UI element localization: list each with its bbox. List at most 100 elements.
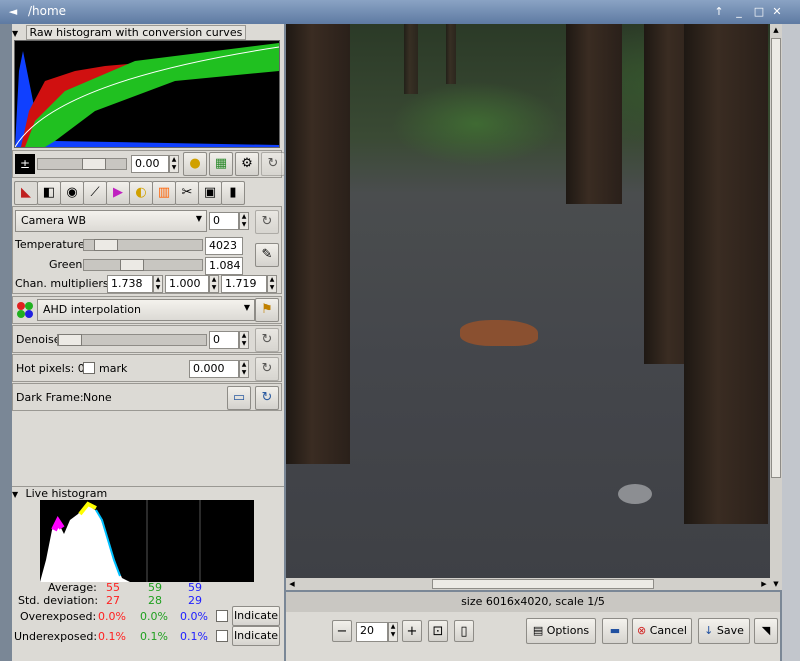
live-histogram-title: Live histogram [25, 487, 108, 500]
denoise-spinner[interactable]: ▲ ▼ [239, 331, 249, 349]
save-settings-icon: ▣ [203, 185, 217, 200]
horizontal-scroll-thumb[interactable] [432, 579, 654, 589]
green-input[interactable]: 1.084 [205, 257, 243, 275]
load-dark-frame-button[interactable]: ▭ [227, 386, 251, 410]
broom-icon: ⚑ [261, 302, 273, 317]
tab-save-options[interactable]: ▣ [198, 181, 222, 205]
auto-exposure-button[interactable]: ● [183, 152, 207, 176]
mult-blue-input[interactable]: 1.719 [221, 275, 267, 293]
tab-crop[interactable]: ✂ [175, 181, 199, 205]
temperature-slider-knob[interactable] [94, 239, 118, 251]
denoise-reset-button[interactable]: ↻ [255, 328, 279, 352]
exposure-row: ± 0.00 ▲ ▼ ● ▦ ⚙ ↻ [12, 150, 285, 178]
image-preview[interactable] [286, 24, 770, 590]
spot-wb-button[interactable]: ✎ [255, 243, 279, 267]
window-maximize-icon[interactable]: □ [752, 5, 766, 19]
tab-white-balance[interactable]: ◣ [14, 181, 38, 205]
scroll-down-arrow-icon[interactable]: ▼ [770, 578, 782, 590]
std-deviation-label: Std. deviation: [18, 594, 99, 607]
window-minimize-icon[interactable]: _ [732, 5, 746, 19]
smoothing-button[interactable]: ⚑ [255, 298, 279, 322]
vertical-scroll-thumb[interactable] [771, 38, 781, 478]
mult-red-spinner[interactable]: ▲ ▼ [153, 275, 163, 293]
lightbulb-icon: ● [189, 156, 201, 171]
zoom-in-button[interactable]: + [402, 620, 422, 642]
hot-pixels-input[interactable]: 0.000 [189, 360, 239, 378]
window-up-icon[interactable]: ↑ [712, 5, 726, 19]
exposure-slider-knob[interactable] [82, 158, 106, 170]
wb-tuning-input[interactable]: 0 [209, 212, 239, 230]
exposure-input[interactable]: 0.00 [131, 155, 169, 173]
horizontal-scrollbar[interactable]: ◀ ▶ [286, 578, 770, 590]
tab-color-management[interactable]: ▶ [106, 181, 130, 205]
gimp-button[interactable]: ◥ [754, 618, 778, 644]
tab-lens[interactable]: ◉ [60, 181, 84, 205]
dark-frame-reset-button[interactable]: ↻ [255, 386, 279, 410]
indicate-underexposed-button[interactable]: Indicate [232, 626, 280, 646]
delete-icon: ▬ [609, 624, 621, 637]
tab-color-spectrum[interactable]: ▥ [152, 181, 176, 205]
exposure-slider[interactable] [37, 158, 127, 170]
hot-pixels-spinner[interactable]: ▲ ▼ [239, 360, 249, 378]
exposure-spinner[interactable]: ▲ ▼ [169, 155, 179, 173]
mult-blue-spinner[interactable]: ▲ ▼ [267, 275, 277, 293]
save-label: Save [716, 624, 744, 637]
clip-highlights-button[interactable]: ▦ [209, 152, 233, 176]
zoom-fit-button[interactable]: ⊡ [428, 620, 448, 642]
indicate-underexposed-checkbox[interactable] [216, 630, 228, 642]
window-menu-icon[interactable]: ◄ [6, 5, 20, 19]
barcode-icon: ▮ [229, 185, 237, 200]
photo-rock [618, 484, 652, 504]
mult-green-spinner[interactable]: ▲ ▼ [209, 275, 219, 293]
collapse-arrow-icon: ▼ [12, 490, 19, 499]
scroll-up-arrow-icon[interactable]: ▲ [770, 24, 782, 36]
zoom-input[interactable]: 20 [356, 622, 388, 642]
live-histogram-canvas [40, 500, 254, 582]
dark-frame-value: None [83, 391, 112, 404]
photo-tree-trunk [286, 24, 350, 464]
underexposed-green: 0.1% [140, 630, 168, 643]
tab-exif[interactable]: ▮ [221, 181, 245, 205]
live-histogram-header[interactable]: ▼ Live histogram [12, 486, 284, 501]
denoise-input[interactable]: 0 [209, 331, 239, 349]
window-close-icon[interactable]: ✕ [770, 5, 784, 19]
mult-green-input[interactable]: 1.000 [165, 275, 209, 293]
tab-base-curve[interactable]: ⟋ [83, 181, 107, 205]
zoom-spinner[interactable]: ▲ ▼ [388, 622, 398, 642]
temperature-slider[interactable] [83, 239, 203, 251]
gimp-icon: ◥ [761, 624, 771, 637]
overexposed-red: 0.0% [98, 610, 126, 623]
overexposed-label: Overexposed: [20, 610, 97, 623]
green-slider-knob[interactable] [120, 259, 144, 271]
indicate-overexposed-button[interactable]: Indicate [232, 606, 280, 626]
options-button[interactable]: ▤ Options [526, 618, 596, 644]
wb-reset-button[interactable]: ↻ [255, 210, 279, 234]
interpolation-combo[interactable]: AHD interpolation ▼ [37, 299, 255, 321]
mult-red-input[interactable]: 1.738 [107, 275, 153, 293]
indicate-overexposed-checkbox[interactable] [216, 610, 228, 622]
vertical-scrollbar[interactable]: ▲ ▼ [770, 24, 782, 590]
photo-tree-trunk [684, 24, 768, 524]
exposure-settings-button[interactable]: ⚙ [235, 152, 259, 176]
exposure-reset-button[interactable]: ↻ [261, 152, 285, 176]
tab-grayscale[interactable]: ◧ [37, 181, 61, 205]
tab-corrections[interactable]: ◐ [129, 181, 153, 205]
zoom-out-button[interactable]: − [332, 620, 352, 642]
save-button[interactable]: ↓ Save [698, 618, 750, 644]
temperature-input[interactable]: 4023 [205, 237, 243, 255]
denoise-slider[interactable] [57, 334, 207, 346]
raw-histogram-header[interactable]: ▼ Raw histogram with conversion curves [12, 25, 284, 40]
wb-preset-combo[interactable]: Camera WB ▼ [15, 210, 207, 232]
wb-tuning-spinner[interactable]: ▲ ▼ [239, 212, 249, 230]
green-slider[interactable] [83, 259, 203, 271]
cancel-button[interactable]: ⊗ Cancel [632, 618, 692, 644]
hot-pixels-reset-button[interactable]: ↻ [255, 357, 279, 381]
denoise-slider-knob[interactable] [58, 334, 82, 346]
scroll-right-arrow-icon[interactable]: ▶ [758, 578, 770, 590]
scroll-left-arrow-icon[interactable]: ◀ [286, 578, 298, 590]
options-label: Options [546, 624, 590, 637]
bottom-toolbar: − 20 ▲ ▼ + ⊡ ▯ ▤ Options ▬ ⊗ Cancel ↓ Sav… [286, 612, 780, 661]
zoom-100-button[interactable]: ▯ [454, 620, 474, 642]
delete-button[interactable]: ▬ [602, 618, 628, 644]
mark-hot-pixels-checkbox[interactable] [83, 362, 95, 374]
